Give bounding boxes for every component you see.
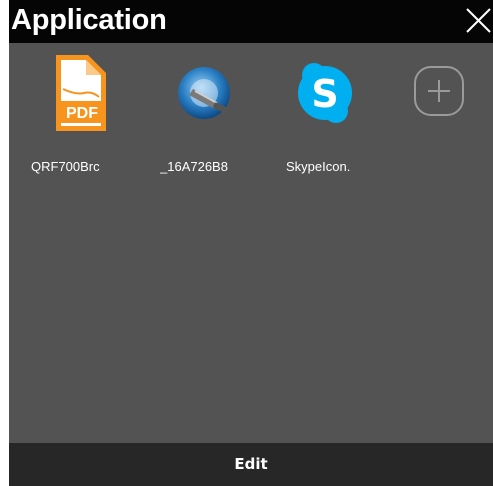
app-item-remote-desktop[interactable]: _16A726B8	[156, 49, 246, 179]
app-label: QRF700Brc	[31, 159, 100, 174]
svg-text:S: S	[311, 72, 338, 116]
app-item-skype[interactable]: S SkypeIcon.	[277, 49, 367, 179]
add-circle-icon	[414, 66, 464, 116]
app-item-pdf[interactable]: PDF QRF700Brc	[31, 49, 121, 179]
application-window: Application PDF QRF700Brc _16A726B8 S Sk…	[9, 0, 493, 486]
add-app-button[interactable]	[406, 60, 470, 124]
svg-text:PDF: PDF	[66, 105, 98, 122]
pdf-file-icon: PDF	[46, 49, 112, 137]
remote-desktop-icon	[171, 49, 237, 137]
edit-label: Edit	[234, 455, 268, 473]
app-grid: PDF QRF700Brc _16A726B8 S SkypeIcon.	[9, 43, 493, 443]
close-icon[interactable]	[463, 6, 493, 36]
window-title: Application	[11, 4, 167, 36]
edit-button[interactable]: Edit	[9, 443, 493, 486]
skype-icon: S	[292, 49, 358, 137]
app-label: _16A726B8	[160, 159, 228, 174]
app-label: SkypeIcon.	[286, 159, 351, 174]
title-bar: Application	[9, 0, 493, 43]
